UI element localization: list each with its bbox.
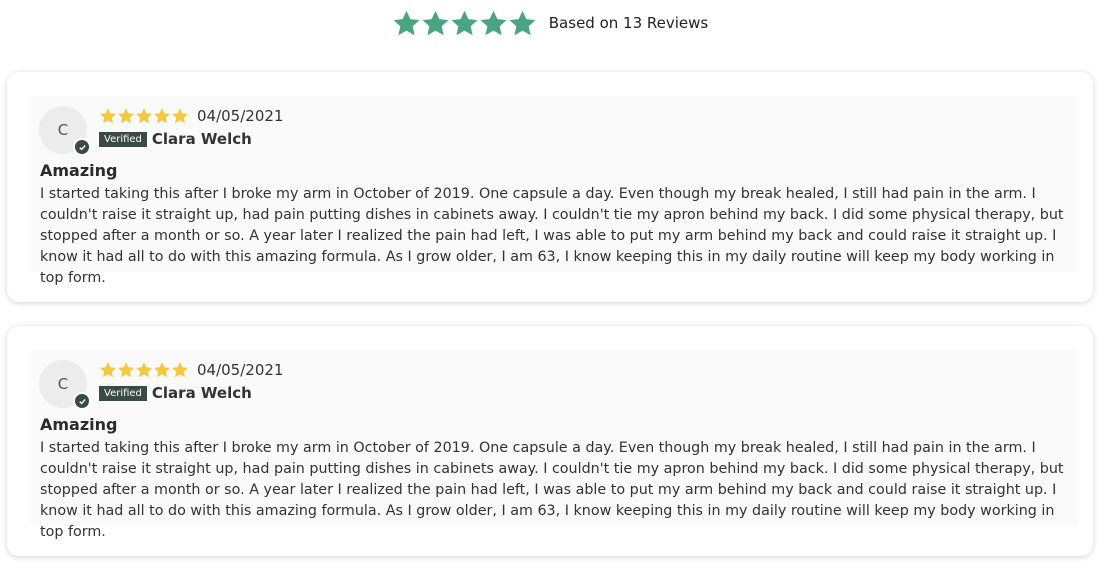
review-card: C 04/05/2021 Verified Clara Welch Amazin… [7,72,1093,302]
review-rating-stars [99,107,189,125]
review-meta: 04/05/2021 [99,361,283,379]
review-author-row: Verified Clara Welch [99,384,252,402]
star-icon [135,108,153,124]
star-icon [153,108,171,124]
review-content: C 04/05/2021 Verified Clara Welch Amazin… [31,96,1077,286]
verified-badge: Verified [99,131,147,147]
review-title: Amazing [40,161,118,180]
review-title: Amazing [40,415,118,434]
verified-check-icon [73,138,91,156]
avatar: C [39,106,91,156]
avatar-initial: C [57,121,69,139]
star-icon [422,10,449,35]
star-icon [99,362,117,378]
review-author: Clara Welch [151,384,252,402]
avatar-initial: C [57,375,69,393]
star-icon [451,10,478,35]
review-body: I started taking this after I broke my a… [40,186,1064,286]
star-icon [117,362,135,378]
review-author: Clara Welch [151,130,252,148]
star-icon [480,10,507,35]
review-date: 04/05/2021 [197,361,284,379]
star-icon [117,108,135,124]
star-icon [393,10,420,35]
review-date: 04/05/2021 [197,107,284,125]
star-icon [171,108,189,124]
verified-badge: Verified [99,385,147,401]
review-author-row: Verified Clara Welch [99,130,252,148]
reviews-count-text[interactable]: Based on 13 Reviews [549,14,708,32]
star-icon [135,362,153,378]
star-icon [509,10,536,35]
review-body: I started taking this after I broke my a… [40,440,1064,540]
review-rating-stars [99,361,189,379]
star-icon [99,108,117,124]
star-icon [171,362,189,378]
verified-check-icon [73,392,91,410]
review-card: C 04/05/2021 Verified Clara Welch Amazin… [7,326,1093,556]
star-icon [153,362,171,378]
review-meta: 04/05/2021 [99,107,283,125]
avatar: C [39,360,91,410]
summary-rating-stars[interactable] [392,9,537,38]
review-content: C 04/05/2021 Verified Clara Welch Amazin… [31,350,1077,540]
reviews-summary: Based on 13 Reviews [0,6,1100,40]
